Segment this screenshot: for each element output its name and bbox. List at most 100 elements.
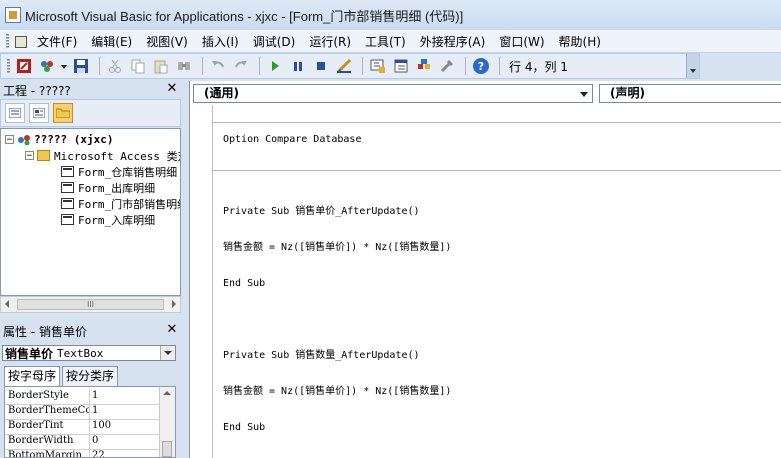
code-line[interactable]: 销售金额 = Nz([销售单价]) * Nz([销售数量]) bbox=[223, 242, 451, 254]
design-mode-icon[interactable] bbox=[334, 57, 354, 75]
property-row[interactable]: BorderWidth 0 bbox=[5, 434, 160, 450]
title-bar: Microsoft Visual Basic for Applications … bbox=[0, 0, 781, 30]
undo-icon[interactable] bbox=[208, 57, 228, 75]
access-view-icon[interactable] bbox=[13, 34, 29, 48]
property-value[interactable]: 100 bbox=[90, 419, 111, 434]
save-icon[interactable] bbox=[71, 57, 91, 75]
property-value[interactable]: 1 bbox=[90, 404, 98, 419]
form-icon bbox=[61, 214, 74, 225]
property-name: BorderTint bbox=[5, 419, 90, 434]
code-line[interactable]: End Sub bbox=[223, 422, 451, 434]
tab-categorized[interactable]: 按分类序 bbox=[62, 366, 119, 386]
find-icon[interactable] bbox=[174, 57, 194, 75]
help-icon[interactable]: ? bbox=[471, 57, 491, 75]
menu-view[interactable]: 视图(V) bbox=[146, 33, 188, 50]
cut-icon[interactable] bbox=[105, 57, 125, 75]
property-row[interactable]: BorderStyle 1 bbox=[5, 389, 160, 405]
standard-toolbar: ? 行 4，列 1 bbox=[0, 53, 700, 79]
scroll-thumb[interactable] bbox=[162, 441, 172, 457]
properties-tabs: 按字母序 按分类序 bbox=[4, 366, 120, 386]
toggle-folders-icon[interactable] bbox=[53, 103, 73, 123]
property-value[interactable]: 0 bbox=[90, 434, 98, 449]
menu-tools[interactable]: 工具(T) bbox=[365, 33, 406, 50]
procedure-combo-value: (声明) bbox=[610, 86, 645, 100]
project-explorer-icon[interactable] bbox=[368, 57, 388, 75]
property-row[interactable]: BottomMargin 22 bbox=[5, 449, 160, 457]
code-window: (通用) (声明) Option Compare Database Privat… bbox=[189, 81, 781, 458]
property-name: BorderWidth bbox=[5, 434, 90, 449]
toolbox-icon[interactable] bbox=[437, 57, 457, 75]
menu-window[interactable]: 窗口(W) bbox=[499, 33, 544, 50]
scroll-right-icon[interactable] bbox=[172, 300, 176, 308]
tree-item-label: Form_出库明细 bbox=[78, 181, 156, 195]
tree-item-form-inbound[interactable]: Form_入库明细 bbox=[61, 212, 155, 227]
project-pane-title-text: 工程 - ????? bbox=[3, 83, 71, 98]
property-value[interactable]: 1 bbox=[90, 389, 98, 404]
run-icon[interactable] bbox=[265, 57, 285, 75]
menu-run[interactable]: 运行(R) bbox=[309, 33, 351, 50]
tab-alphabetic[interactable]: 按字母序 bbox=[4, 366, 61, 386]
view-access-icon[interactable] bbox=[14, 57, 34, 75]
project-pane-close-icon[interactable]: ✕ bbox=[165, 82, 179, 96]
code-line[interactable] bbox=[223, 314, 451, 326]
toolbar-options-chevron-icon[interactable] bbox=[686, 54, 699, 78]
code-editor[interactable]: Option Compare Database Private Sub 销售单价… bbox=[223, 110, 451, 458]
form-icon bbox=[61, 182, 74, 193]
code-line[interactable]: Private Sub 销售单价_AfterUpdate() bbox=[223, 206, 451, 218]
chevron-down-icon[interactable] bbox=[160, 346, 175, 360]
menu-help[interactable]: 帮助(H) bbox=[559, 33, 601, 50]
tree-item-form-outbound[interactable]: Form_出库明细 bbox=[61, 180, 155, 195]
code-line[interactable]: 销售金额 = Nz([销售单价]) * Nz([销售数量]) bbox=[223, 386, 451, 398]
properties-pane-close-icon[interactable]: ✕ bbox=[165, 323, 179, 337]
property-row[interactable]: BorderTint 100 bbox=[5, 419, 160, 435]
object-combo[interactable]: (通用) bbox=[193, 84, 593, 103]
code-line[interactable] bbox=[223, 170, 451, 182]
view-object-icon[interactable] bbox=[29, 103, 49, 123]
vba-project-icon bbox=[18, 135, 30, 145]
vba-app-icon[interactable] bbox=[5, 7, 21, 23]
properties-pane-title-text: 属性 - 销售单价 bbox=[3, 324, 87, 339]
properties-grid: BorderStyle 1 BorderThemeColor 1 BorderT… bbox=[4, 386, 176, 458]
menu-edit[interactable]: 编辑(E) bbox=[91, 33, 132, 50]
paste-icon[interactable] bbox=[151, 57, 171, 75]
redo-icon[interactable] bbox=[231, 57, 251, 75]
menu-addins[interactable]: 外接程序(A) bbox=[420, 33, 486, 50]
scroll-up-icon[interactable] bbox=[163, 391, 171, 395]
menubar-grip[interactable] bbox=[6, 34, 9, 48]
project-pane-title: 工程 - ????? ✕ bbox=[0, 81, 181, 99]
property-row[interactable]: BorderThemeColor 1 bbox=[5, 404, 160, 420]
property-name: BorderStyle bbox=[5, 389, 90, 404]
properties-window-icon[interactable] bbox=[391, 57, 411, 75]
collapse-icon[interactable]: − bbox=[5, 135, 14, 145]
code-line[interactable]: Private Sub 销售数量_AfterUpdate() bbox=[223, 350, 451, 362]
menu-debug[interactable]: 调试(D) bbox=[253, 33, 296, 50]
menu-insert[interactable]: 插入(I) bbox=[202, 33, 239, 50]
properties-vscrollbar[interactable] bbox=[159, 387, 175, 457]
property-value[interactable]: 22 bbox=[90, 449, 105, 457]
toolbar-grip[interactable] bbox=[7, 59, 10, 73]
tree-root[interactable]: − ????? (xjxc) bbox=[5, 132, 113, 147]
reset-icon[interactable] bbox=[311, 57, 331, 75]
break-icon[interactable] bbox=[288, 57, 308, 75]
tree-root-label: ????? (xjxc) bbox=[34, 133, 114, 146]
view-code-icon[interactable] bbox=[5, 103, 25, 123]
scroll-left-icon[interactable] bbox=[5, 300, 9, 308]
insert-module-icon[interactable] bbox=[37, 57, 57, 75]
code-line[interactable]: End Sub bbox=[223, 278, 451, 290]
procedure-combo[interactable]: (声明) bbox=[599, 84, 781, 103]
collapse-icon[interactable]: − bbox=[25, 151, 34, 161]
toolbar-separator bbox=[362, 57, 363, 75]
code-line[interactable]: Option Compare Database bbox=[223, 134, 451, 146]
scroll-thumb[interactable]: III bbox=[17, 299, 164, 310]
code-margin-indicator-bar[interactable] bbox=[190, 105, 213, 458]
tree-folder[interactable]: − Microsoft Access 类对象 bbox=[25, 148, 180, 163]
copy-icon[interactable] bbox=[128, 57, 148, 75]
object-browser-icon[interactable] bbox=[414, 57, 434, 75]
dropdown-arrow-icon[interactable] bbox=[60, 57, 68, 75]
menu-file[interactable]: 文件(F) bbox=[37, 33, 77, 50]
object-selector[interactable]: 销售单价 TextBox bbox=[2, 345, 176, 361]
tree-item-form-store-sales[interactable]: Form_门市部销售明细 bbox=[61, 196, 180, 211]
project-tree-hscrollbar[interactable]: III bbox=[0, 296, 181, 313]
chevron-down-icon[interactable] bbox=[580, 92, 588, 97]
tree-item-form-warehouse-sales[interactable]: Form_仓库销售明细 bbox=[61, 164, 177, 179]
